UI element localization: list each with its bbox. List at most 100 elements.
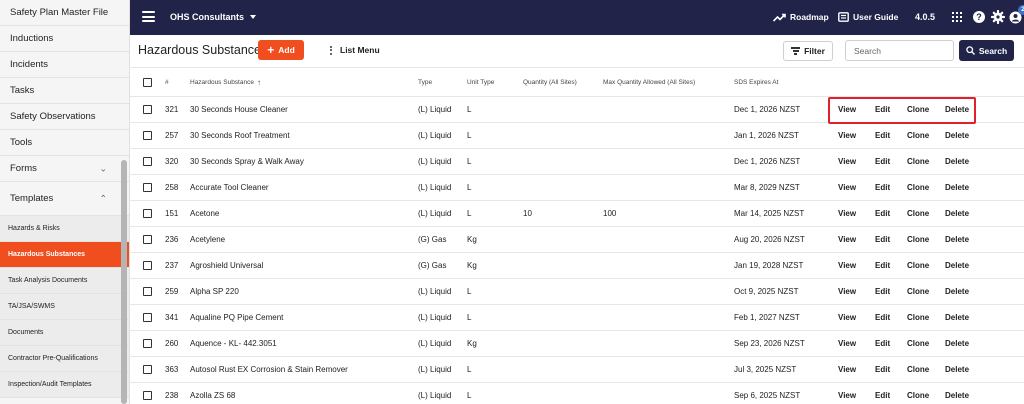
- table-row[interactable]: 236 Acetylene (G) Gas Kg Aug 20, 2026 NZST Vi…: [130, 227, 1024, 253]
- edit-button[interactable]: Edit: [875, 305, 890, 330]
- sidebar-item-tools[interactable]: Tools: [0, 130, 129, 156]
- hamburger-menu-icon[interactable]: [142, 11, 155, 22]
- row-checkbox[interactable]: [143, 183, 152, 192]
- clone-button[interactable]: Clone: [907, 357, 929, 382]
- sidebar-item-forms[interactable]: Forms ⌄: [0, 156, 129, 182]
- header-quantity[interactable]: Quantity (All Sites): [523, 68, 577, 96]
- apps-grid-icon[interactable]: [952, 12, 962, 22]
- view-button[interactable]: View: [838, 175, 856, 200]
- header-hazardous-substance[interactable]: Hazardous Substance ↑: [190, 68, 261, 96]
- table-row[interactable]: 260 Aquence - KL- 442.3051 (L) Liquid Kg Sep…: [130, 331, 1024, 357]
- gear-icon[interactable]: [991, 10, 1005, 24]
- clone-button[interactable]: Clone: [907, 97, 929, 122]
- list-menu-button[interactable]: List Menu: [330, 45, 380, 55]
- sidebar-subitem-documents[interactable]: Documents: [0, 320, 129, 346]
- select-all-checkbox[interactable]: [143, 77, 152, 87]
- edit-button[interactable]: Edit: [875, 201, 890, 226]
- sidebar-subitem-ta-jsa-swms[interactable]: TA/JSA/SWMS: [0, 294, 129, 320]
- row-checkbox[interactable]: [143, 209, 152, 218]
- view-button[interactable]: View: [838, 227, 856, 252]
- delete-button[interactable]: Delete: [945, 253, 969, 278]
- sidebar-subitem-task-analysis-documents[interactable]: Task Analysis Documents: [0, 268, 129, 294]
- header-sds-expires[interactable]: SDS Expires At: [734, 68, 778, 96]
- view-button[interactable]: View: [838, 331, 856, 356]
- table-row[interactable]: 341 Aqualine PQ Pipe Cement (L) Liquid L Feb…: [130, 305, 1024, 331]
- sidebar-item-tasks[interactable]: Tasks: [0, 78, 129, 104]
- sidebar-item-inductions[interactable]: Inductions: [0, 26, 129, 52]
- table-row[interactable]: 363 Autosol Rust EX Corrosion & Stain Rem…: [130, 357, 1024, 383]
- clone-button[interactable]: Clone: [907, 331, 929, 356]
- delete-button[interactable]: Delete: [945, 305, 969, 330]
- table-row[interactable]: 258 Accurate Tool Cleaner (L) Liquid L Mar 8…: [130, 175, 1024, 201]
- row-checkbox[interactable]: [143, 235, 152, 244]
- table-row[interactable]: 320 30 Seconds Spray & Walk Away (L) Liqui…: [130, 149, 1024, 175]
- delete-button[interactable]: Delete: [945, 175, 969, 200]
- view-button[interactable]: View: [838, 149, 856, 174]
- clone-button[interactable]: Clone: [907, 149, 929, 174]
- delete-button[interactable]: Delete: [945, 331, 969, 356]
- view-button[interactable]: View: [838, 201, 856, 226]
- header-type[interactable]: Type: [418, 68, 432, 96]
- clone-button[interactable]: Clone: [907, 305, 929, 330]
- delete-button[interactable]: Delete: [945, 383, 969, 404]
- row-checkbox[interactable]: [143, 131, 152, 140]
- edit-button[interactable]: Edit: [875, 227, 890, 252]
- row-checkbox[interactable]: [143, 313, 152, 322]
- help-icon[interactable]: ?: [973, 11, 985, 23]
- view-button[interactable]: View: [838, 305, 856, 330]
- row-checkbox[interactable]: [143, 391, 152, 400]
- view-button[interactable]: View: [838, 253, 856, 278]
- clone-button[interactable]: Clone: [907, 279, 929, 304]
- org-switcher[interactable]: OHS Consultants: [170, 12, 257, 22]
- table-row[interactable]: 237 Agroshield Universal (G) Gas Kg Jan 19, …: [130, 253, 1024, 279]
- table-row[interactable]: 259 Alpha SP 220 (L) Liquid L Oct 9, 2025 NZ…: [130, 279, 1024, 305]
- roadmap-link[interactable]: Roadmap: [773, 12, 829, 22]
- clone-button[interactable]: Clone: [907, 175, 929, 200]
- header-unit-type[interactable]: Unit Type: [467, 68, 494, 96]
- clone-button[interactable]: Clone: [907, 253, 929, 278]
- delete-button[interactable]: Delete: [945, 357, 969, 382]
- clone-button[interactable]: Clone: [907, 201, 929, 226]
- sidebar-scrollbar[interactable]: [121, 160, 127, 404]
- row-checkbox[interactable]: [143, 105, 152, 114]
- edit-button[interactable]: Edit: [875, 149, 890, 174]
- sidebar-item-templates[interactable]: Templates ⌃: [0, 182, 129, 216]
- clone-button[interactable]: Clone: [907, 123, 929, 148]
- search-input[interactable]: [845, 40, 954, 61]
- edit-button[interactable]: Edit: [875, 123, 890, 148]
- row-checkbox[interactable]: [143, 157, 152, 166]
- row-checkbox[interactable]: [143, 365, 152, 374]
- edit-button[interactable]: Edit: [875, 175, 890, 200]
- view-button[interactable]: View: [838, 279, 856, 304]
- view-button[interactable]: View: [838, 123, 856, 148]
- sidebar-subitem-hazards-risks[interactable]: Hazards & Risks: [0, 216, 129, 242]
- view-button[interactable]: View: [838, 357, 856, 382]
- delete-button[interactable]: Delete: [945, 279, 969, 304]
- clone-button[interactable]: Clone: [907, 383, 929, 404]
- table-row[interactable]: 321 30 Seconds House Cleaner (L) Liquid L De…: [130, 97, 1024, 123]
- row-checkbox[interactable]: [143, 339, 152, 348]
- view-button[interactable]: View: [838, 97, 856, 122]
- add-button[interactable]: + Add: [258, 40, 304, 60]
- user-guide-link[interactable]: User Guide: [838, 12, 898, 22]
- delete-button[interactable]: Delete: [945, 201, 969, 226]
- edit-button[interactable]: Edit: [875, 253, 890, 278]
- clone-button[interactable]: Clone: [907, 227, 929, 252]
- edit-button[interactable]: Edit: [875, 97, 890, 122]
- edit-button[interactable]: Edit: [875, 331, 890, 356]
- sidebar-subitem-inspection-audit-templates[interactable]: Inspection/Audit Templates: [0, 372, 129, 398]
- delete-button[interactable]: Delete: [945, 97, 969, 122]
- delete-button[interactable]: Delete: [945, 149, 969, 174]
- table-row[interactable]: 151 Acetone (L) Liquid L 10 100 Mar 14, 2025 N…: [130, 201, 1024, 227]
- edit-button[interactable]: Edit: [875, 357, 890, 382]
- sidebar-item-safety-observations[interactable]: Safety Observations: [0, 104, 129, 130]
- sidebar-subitem-contractor-pre-qualifications[interactable]: Contractor Pre-Qualifications: [0, 346, 129, 372]
- search-button[interactable]: Search: [959, 40, 1014, 61]
- edit-button[interactable]: Edit: [875, 279, 890, 304]
- filter-button[interactable]: Filter: [783, 41, 833, 61]
- edit-button[interactable]: Edit: [875, 383, 890, 404]
- sidebar-item-safety-plan-master-file[interactable]: Safety Plan Master File: [0, 0, 129, 26]
- row-checkbox[interactable]: [143, 287, 152, 296]
- table-row[interactable]: 238 Azolla ZS 68 (L) Liquid L Sep 6, 2025 NZ…: [130, 383, 1024, 404]
- row-checkbox[interactable]: [143, 261, 152, 270]
